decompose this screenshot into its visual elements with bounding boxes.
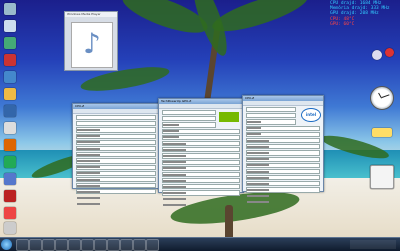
app-shortcut-icon[interactable] [4, 139, 16, 151]
info-row [162, 147, 240, 164]
media-player-title: Windows Media Player [65, 12, 117, 17]
info-row [76, 164, 156, 181]
info-row [162, 134, 240, 151]
app-shortcut-icon[interactable] [4, 105, 16, 117]
taskbar-button[interactable] [55, 239, 68, 251]
app-shortcut-icon[interactable] [4, 88, 16, 100]
info-row [246, 119, 296, 136]
taskbar-button[interactable] [29, 239, 42, 251]
weather-gadget-icon[interactable] [372, 50, 382, 60]
album-art: ♪ [71, 22, 113, 68]
taskbar-button[interactable] [120, 239, 133, 251]
info-row [76, 139, 156, 156]
app-shortcut-icon[interactable] [4, 54, 16, 66]
clock-minute-hand [381, 94, 390, 98]
info-row [246, 137, 320, 154]
app-shortcut-icon[interactable] [4, 156, 16, 168]
app-shortcut-icon[interactable] [4, 173, 16, 185]
taskbar-button[interactable] [107, 239, 120, 251]
music-note-icon: ♪ [83, 27, 101, 60]
recycle-bin-icon[interactable] [4, 20, 16, 32]
info-row [76, 176, 156, 193]
gadget-icon[interactable] [385, 48, 394, 57]
info-row [76, 158, 156, 175]
info-row [162, 128, 240, 145]
info-row [246, 107, 296, 123]
info-row [162, 110, 216, 126]
info-row [162, 122, 216, 139]
info-row [246, 150, 320, 167]
info-row [246, 156, 320, 173]
info-row [246, 162, 320, 179]
taskbar-button[interactable] [81, 239, 94, 251]
cpuz-window-right[interactable]: CPU-Z intel [242, 95, 324, 204]
info-row [76, 152, 156, 169]
gpuz-window[interactable]: TechPowerUp GPU-Z [158, 98, 244, 207]
app-shortcut-icon[interactable] [4, 207, 16, 219]
info-row [162, 153, 240, 170]
info-row [246, 187, 320, 204]
info-row [162, 140, 240, 157]
media-player-window[interactable]: Windows Media Player ♪ [64, 11, 118, 71]
app-shortcut-icon[interactable] [4, 122, 16, 134]
app-shortcut-icon[interactable] [4, 222, 16, 234]
info-row [246, 144, 320, 161]
app-shortcut-icon[interactable] [4, 71, 16, 83]
system-tray[interactable] [350, 240, 396, 249]
info-row [246, 131, 320, 148]
computer-icon[interactable] [4, 3, 16, 15]
nvidia-logo-icon [219, 112, 239, 122]
info-row [76, 170, 156, 187]
taskbar-button[interactable] [42, 239, 55, 251]
info-row [162, 184, 240, 201]
clock-gadget[interactable] [370, 86, 394, 110]
info-row [162, 171, 240, 188]
info-row [76, 121, 156, 138]
taskbar-button[interactable] [146, 239, 159, 251]
info-row [76, 145, 156, 162]
info-row [162, 165, 240, 182]
start-button[interactable] [1, 239, 12, 250]
info-row [246, 168, 320, 185]
tab-bar[interactable] [159, 104, 243, 109]
taskbar-button[interactable] [94, 239, 107, 251]
info-row [246, 175, 320, 192]
app-shortcut-icon[interactable] [4, 37, 16, 49]
info-row [162, 116, 216, 133]
calendar-gadget[interactable] [370, 165, 394, 189]
taskbar-button[interactable] [16, 239, 29, 251]
system-monitor-gadget: CPU drajd: 1684 MHz Memória drajd: 333 M… [330, 1, 390, 27]
sticky-note-gadget[interactable] [372, 128, 392, 137]
taskbar [0, 237, 400, 251]
info-row [162, 159, 240, 176]
info-row [76, 127, 156, 144]
info-row [76, 183, 156, 200]
info-row [76, 133, 156, 150]
info-row [246, 113, 296, 130]
gadget-gpu-temp: GPU: 60°C [330, 21, 355, 27]
info-row [162, 178, 240, 195]
info-row [246, 181, 320, 198]
info-row [76, 115, 156, 131]
app-shortcut-icon[interactable] [4, 190, 16, 202]
tab-bar[interactable] [243, 101, 323, 106]
info-row [162, 190, 240, 207]
info-row [246, 125, 320, 142]
cpuz-window-left[interactable]: CPU-Z [72, 103, 160, 206]
info-row [76, 189, 156, 206]
taskbar-button[interactable] [68, 239, 81, 251]
taskbar-button[interactable] [133, 239, 146, 251]
intel-logo: intel [301, 108, 321, 122]
tab-bar[interactable] [73, 109, 159, 114]
